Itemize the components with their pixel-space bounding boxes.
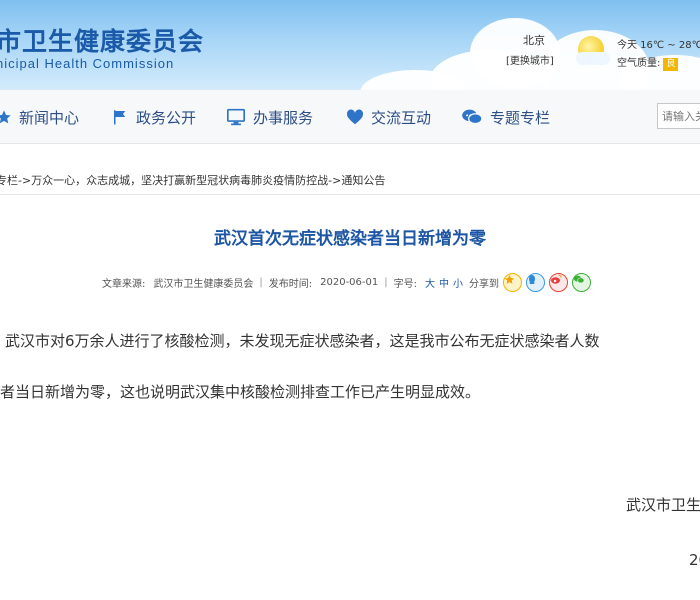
star-icon — [0, 110, 11, 124]
share-label: 分享到 — [469, 279, 499, 290]
font-size-large[interactable]: 大 — [425, 275, 435, 290]
monitor-icon — [227, 108, 245, 126]
nav-label: 新闻中心 — [19, 108, 80, 127]
air-quality-label: 空气质量: — [617, 58, 661, 69]
weather-cloud-icon — [576, 52, 610, 65]
nav-item-services[interactable]: 办事服务 — [226, 90, 313, 144]
nav-label: 办事服务 — [253, 108, 314, 127]
nav-label: 政务公开 — [136, 108, 197, 127]
air-quality: 空气质量: 良 — [617, 54, 679, 71]
font-size-medium[interactable]: 中 — [439, 275, 449, 290]
article-paragraph-1: ，武汉市对6万余人进行了核酸检测，未发现无症状感染者，这是我市公布无症状感染者人… — [0, 332, 600, 350]
font-size-label: 字号: — [393, 279, 417, 290]
chat-bubbles-icon — [462, 109, 483, 125]
article-title: 武汉首次无症状感染者当日新增为零 — [214, 229, 486, 249]
site-title: 市卫生健康委员会 — [0, 27, 205, 56]
share-qq-icon[interactable] — [526, 273, 545, 292]
meta-separator: | — [384, 277, 388, 288]
source-value: 武汉市卫生健康委员会 — [153, 279, 254, 290]
breadcrumb: 专栏->万众一心，众志成城，坚决打赢新型冠状病毒肺炎疫情防控战->通知公告 — [0, 174, 386, 187]
article-paragraph-2: 者当日新增为零，这也说明武汉集中核酸检测排查工作已产生明显成效。 — [0, 383, 481, 401]
air-quality-badge: 良 — [663, 58, 679, 71]
share-qzone-icon[interactable] — [503, 273, 522, 292]
font-size-small[interactable]: 小 — [453, 275, 463, 290]
signature-date: 20 — [689, 551, 700, 569]
nav-item-gov-affairs[interactable]: 政务公开 — [111, 90, 196, 144]
nav-item-news[interactable]: 新闻中心 — [0, 90, 79, 144]
weather-today: 今天 16℃ ~ 28℃ — [617, 40, 700, 51]
nav-label: 专题专栏 — [490, 108, 551, 127]
article-meta: 文章来源: 武汉市卫生健康委员会 | 发布时间: 2020-06-01 | 字号… — [102, 273, 591, 292]
share-wechat-icon[interactable] — [572, 273, 591, 292]
current-city: 北京 — [523, 34, 545, 47]
site-header: 市卫生健康委员会 nicipal Health Commission 北京 [更… — [0, 0, 700, 90]
flag-icon — [114, 110, 126, 125]
site-subtitle: nicipal Health Commission — [0, 56, 175, 71]
share-weibo-icon[interactable] — [549, 273, 568, 292]
source-label: 文章来源: — [102, 279, 146, 290]
nav-item-topics[interactable]: 专题专栏 — [461, 90, 550, 144]
search-input[interactable] — [657, 103, 700, 129]
signature-organization: 武汉市卫生 — [626, 496, 700, 514]
breadcrumb-divider — [0, 194, 700, 195]
change-city-link[interactable]: [更换城市] — [506, 52, 554, 67]
publish-label: 发布时间: — [268, 279, 313, 290]
nav-label: 交流互动 — [371, 108, 432, 127]
publish-date: 2020-06-01 — [320, 277, 379, 288]
nav-item-interaction[interactable]: 交流互动 — [346, 90, 431, 144]
heart-icon — [346, 109, 364, 125]
main-nav: 新闻中心 政务公开 办事服务 交流互动 专题专栏 — [0, 90, 700, 144]
meta-separator: | — [259, 277, 263, 288]
